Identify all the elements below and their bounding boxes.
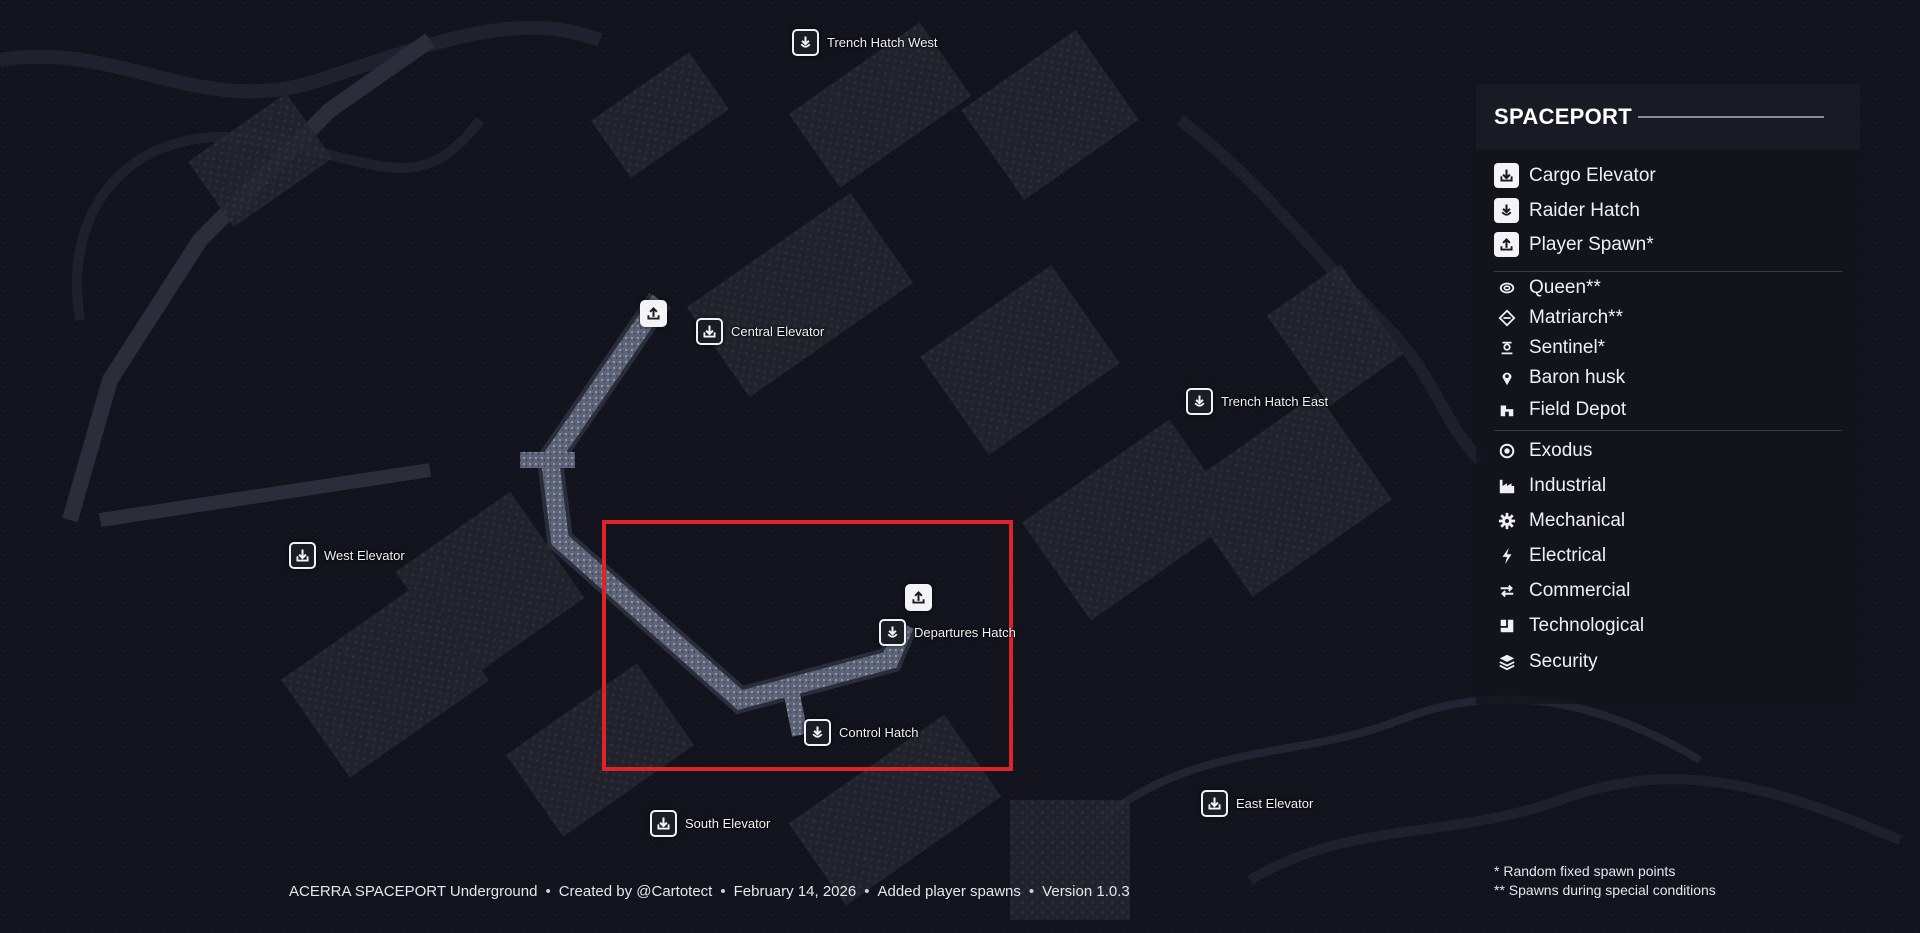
legend-item-queen[interactable]: Queen** — [1494, 275, 1601, 300]
legend-separator — [1494, 271, 1842, 272]
legend-item-cargo-elevator[interactable]: Cargo Elevator — [1494, 163, 1656, 188]
legend-item-matriarch[interactable]: Matriarch** — [1494, 305, 1623, 330]
raider-hatch-icon — [804, 719, 831, 746]
lightning-icon — [1494, 543, 1519, 568]
legend-item-label: Queen** — [1529, 276, 1601, 298]
legend-item-security[interactable]: Security — [1494, 649, 1598, 674]
legend-item-field-depot[interactable]: Field Depot — [1494, 397, 1626, 422]
footer-version: Version 1.0.3 — [1042, 883, 1130, 900]
raider-hatch-icon — [1494, 198, 1519, 223]
marker-central-elevator[interactable]: Central Elevator — [696, 318, 824, 345]
marker-label: Control Hatch — [839, 725, 919, 740]
cargo-elevator-icon — [1201, 790, 1228, 817]
marker-west-elevator[interactable]: West Elevator — [289, 542, 405, 569]
legend-item-baron-husk[interactable]: Baron husk — [1494, 365, 1625, 390]
marker-player-spawn-north[interactable] — [640, 300, 667, 327]
legend-item-industrial[interactable]: Industrial — [1494, 473, 1606, 498]
legend-item-label: Industrial — [1529, 474, 1607, 496]
exchange-icon — [1494, 578, 1519, 603]
sentinel-icon — [1494, 335, 1519, 360]
legend-item-exodus[interactable]: Exodus — [1494, 438, 1592, 463]
marker-south-elevator[interactable]: South Elevator — [650, 810, 770, 837]
legend-item-technological[interactable]: Technological — [1494, 613, 1644, 638]
marker-trench-hatch-west[interactable]: Trench Hatch West — [792, 29, 938, 56]
legend-item-label: Sentinel* — [1529, 336, 1606, 358]
legend-item-label: Field Depot — [1529, 398, 1627, 420]
factory-icon — [1494, 473, 1519, 498]
legend-item-label: Baron husk — [1529, 366, 1626, 388]
legend-separator — [1494, 430, 1842, 431]
footer-separator: • — [864, 883, 870, 900]
raider-hatch-icon — [879, 619, 906, 646]
pin-icon — [1494, 365, 1519, 390]
marker-east-elevator[interactable]: East Elevator — [1201, 790, 1313, 817]
legend-item-label: Technological — [1529, 614, 1645, 636]
queen-icon — [1494, 275, 1519, 300]
footer-map-name: ACERRA SPACEPORT Underground — [289, 883, 538, 900]
marker-label: Central Elevator — [731, 324, 825, 339]
marker-departures-hatch[interactable]: Departures Hatch — [879, 619, 1016, 646]
legend-item-label: Exodus — [1529, 439, 1593, 461]
marker-control-hatch[interactable]: Control Hatch — [804, 719, 918, 746]
legend-item-sentinel[interactable]: Sentinel* — [1494, 335, 1605, 360]
marker-label: Departures Hatch — [914, 625, 1016, 640]
exodus-icon — [1494, 438, 1519, 463]
matriarch-icon — [1494, 305, 1519, 330]
cargo-elevator-icon — [650, 810, 677, 837]
legend-panel: SPACEPORT Cargo Elevator Raider Hatch Pl… — [1476, 84, 1860, 704]
legend-notes: * Random fixed spawn points ** Spawns du… — [1494, 862, 1716, 900]
legend-item-label: Cargo Elevator — [1529, 164, 1656, 186]
legend-item-mechanical[interactable]: Mechanical — [1494, 508, 1625, 533]
footer-separator: • — [1028, 883, 1035, 900]
player-spawn-icon — [1494, 232, 1519, 257]
cargo-elevator-icon — [1494, 163, 1519, 188]
footer-separator: • — [720, 883, 726, 900]
marker-label: South Elevator — [685, 816, 771, 831]
raider-hatch-icon — [1186, 388, 1213, 415]
note-special-conditions: ** Spawns during special conditions — [1494, 882, 1716, 898]
raider-hatch-icon — [792, 29, 819, 56]
footer-credit: Created by @Cartotect — [558, 883, 713, 900]
note-random-spawns: * Random fixed spawn points — [1494, 863, 1676, 879]
legend-title: SPACEPORT — [1494, 104, 1632, 129]
legend-item-label: Player Spawn* — [1529, 233, 1654, 255]
legend-item-label: Electrical — [1529, 544, 1607, 566]
footer-date: February 14, 2026 — [733, 883, 857, 900]
marker-label: Trench Hatch East — [1221, 394, 1329, 409]
cargo-elevator-icon — [289, 542, 316, 569]
footer-separator: • — [545, 883, 551, 900]
marker-player-spawn-south[interactable] — [905, 584, 932, 611]
legend-item-label: Matriarch** — [1529, 306, 1623, 328]
gear-icon — [1494, 508, 1519, 533]
layers-icon — [1494, 649, 1519, 674]
legend-item-label: Commercial — [1529, 579, 1631, 601]
cargo-elevator-icon — [696, 318, 723, 345]
depot-icon — [1494, 397, 1519, 422]
legend-item-label: Security — [1529, 650, 1598, 672]
legend-item-raider-hatch[interactable]: Raider Hatch — [1494, 198, 1640, 223]
marker-trench-hatch-east[interactable]: Trench Hatch East — [1186, 388, 1328, 415]
marker-label: Trench Hatch West — [827, 35, 938, 50]
legend-item-label: Raider Hatch — [1529, 199, 1640, 221]
marker-label: West Elevator — [324, 548, 405, 563]
legend-item-electrical[interactable]: Electrical — [1494, 543, 1606, 568]
legend-item-commercial[interactable]: Commercial — [1494, 578, 1630, 603]
map-footer: ACERRA SPACEPORT Underground • Created b… — [289, 883, 1130, 900]
legend-item-player-spawn[interactable]: Player Spawn* — [1494, 232, 1654, 257]
player-spawn-icon — [640, 300, 667, 327]
legend-item-label: Mechanical — [1529, 509, 1626, 531]
footer-update: Added player spawns — [877, 883, 1021, 900]
player-spawn-icon — [905, 584, 932, 611]
legend-divider — [1638, 116, 1824, 118]
legend-header: SPACEPORT — [1476, 84, 1860, 150]
marker-label: East Elevator — [1236, 796, 1314, 811]
chip-icon — [1494, 613, 1519, 638]
